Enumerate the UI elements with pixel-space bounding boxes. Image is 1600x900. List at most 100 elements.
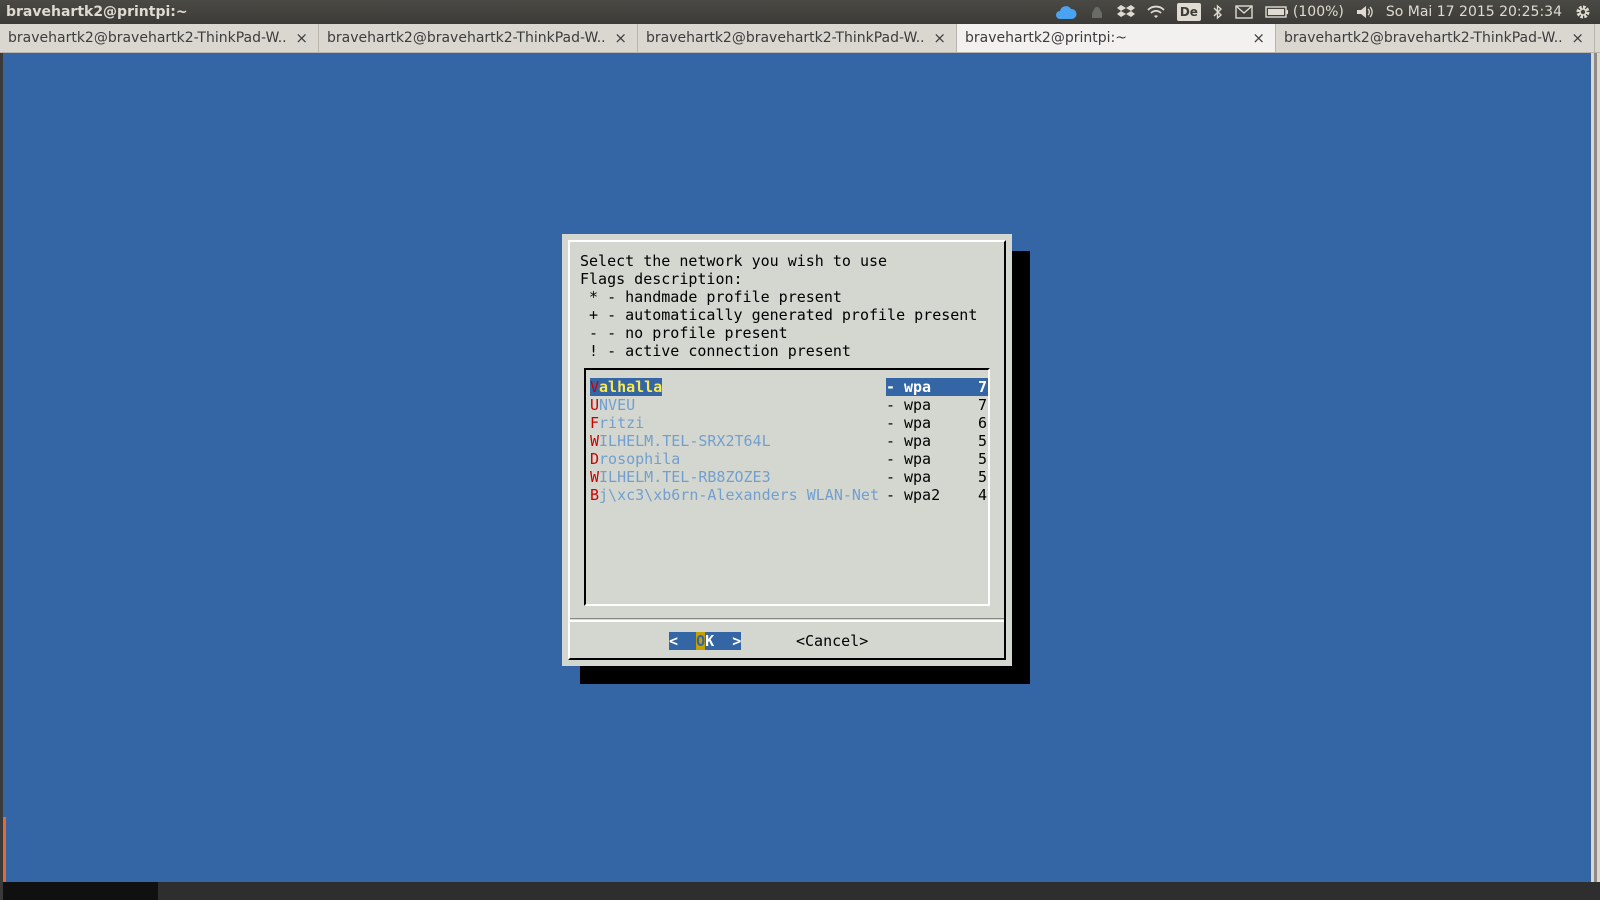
top-panel: bravehartk2@printpi:~ De (100%) So Mai 1… (0, 0, 1600, 24)
network-flag: - (886, 414, 896, 432)
close-icon[interactable]: × (1571, 29, 1584, 47)
prompt-line: * - handmade profile present (580, 288, 842, 306)
tab-1[interactable]: bravehartk2@bravehartk2-ThinkPad-W... × (0, 24, 319, 52)
network-signal: 6 (978, 414, 988, 432)
scrollbar-marker (3, 817, 6, 882)
network-signal: 5 (978, 468, 988, 486)
keyboard-layout-indicator[interactable]: De (1176, 3, 1201, 21)
network-security: wpa (904, 432, 932, 450)
network-list-item[interactable]: UNVEU - wpa 7 (590, 396, 988, 414)
tab-label: bravehartk2@bravehartk2-ThinkPad-W... (646, 30, 926, 46)
network-security: wpa (904, 468, 932, 486)
prompt-line: ! - active connection present (580, 342, 851, 360)
network-name: Fritzi (590, 414, 644, 432)
network-hotkey: W (590, 432, 600, 450)
network-select-dialog: Select the network you wish to use Flags … (562, 234, 1012, 666)
button-divider-shadow (570, 618, 1004, 619)
network-signal: 4 (978, 486, 988, 504)
prompt-line: - - no profile present (580, 324, 788, 342)
terminal-bottom-bar (158, 882, 1600, 900)
network-flag: - (886, 468, 896, 486)
terminal-tab-bar: bravehartk2@bravehartk2-ThinkPad-W... × br… (0, 24, 1600, 53)
network-name-rest: j\xc3\xb6rn-Alexanders WLAN-Net (599, 486, 879, 504)
gear-icon[interactable] (1574, 3, 1592, 21)
prompt-line: Select the network you wish to use (580, 252, 888, 270)
network-security: wpa (904, 396, 932, 414)
network-list-item[interactable]: Valhalla - wpa 7 (590, 378, 988, 396)
network-name-rest: ritzi (599, 414, 645, 432)
tab-4[interactable]: bravehartk2@printpi:~ × (957, 24, 1276, 52)
tab-label: bravehartk2@printpi:~ (965, 30, 1127, 46)
network-hotkey: F (590, 414, 600, 432)
network-list-item[interactable]: Drosophila - wpa 5 (590, 450, 988, 468)
prompt-line: Flags description: (580, 270, 743, 288)
clock[interactable]: So Mai 17 2015 20:25:34 (1386, 4, 1562, 20)
indicator-area: De (100%) So Mai 17 2015 20:25:34 (1055, 0, 1600, 24)
prompt-line: + - automatically generated profile pres… (580, 306, 978, 324)
network-list-item[interactable]: Bj\xc3\xb6rn-Alexanders WLAN-Net - wpa2 4 (590, 486, 988, 504)
cloud-icon[interactable] (1055, 4, 1077, 20)
ok-right: K > (705, 632, 742, 650)
dropbox-icon[interactable] (1116, 4, 1135, 20)
tab-label: bravehartk2@bravehartk2-ThinkPad-W... (327, 30, 607, 46)
network-list-item[interactable]: WILHELM.TEL-SRX2T64L - wpa 5 (590, 432, 988, 450)
network-hotkey: W (590, 468, 600, 486)
network-signal: 7 (978, 378, 988, 396)
ok-left: < (669, 632, 697, 650)
network-flag: - (886, 486, 896, 504)
ok-hotkey: O (696, 632, 706, 650)
close-icon[interactable]: × (295, 29, 308, 47)
network-list-item[interactable]: WILHELM.TEL-RB8ZOZE3 - wpa 5 (590, 468, 988, 486)
close-icon[interactable]: × (1252, 29, 1265, 47)
network-name-rest: rosophila (599, 450, 681, 468)
network-signal: 5 (978, 450, 988, 468)
tab-2[interactable]: bravehartk2@bravehartk2-ThinkPad-W... × (319, 24, 638, 52)
tab-label: bravehartk2@bravehartk2-ThinkPad-W... (1284, 30, 1564, 46)
network-flag: - (886, 450, 896, 468)
bluetooth-icon[interactable] (1213, 4, 1223, 20)
network-hotkey: B (590, 486, 600, 504)
battery-indicator[interactable]: (100%) (1265, 4, 1344, 20)
network-name: Bj\xc3\xb6rn-Alexanders WLAN-Net (590, 486, 879, 504)
network-name: WILHELM.TEL-SRX2T64L (590, 432, 771, 450)
network-signal: 7 (978, 396, 988, 414)
button-divider (570, 620, 1004, 622)
tab-5[interactable]: bravehartk2@bravehartk2-ThinkPad-W... × (1276, 24, 1595, 52)
network-security: wpa (904, 414, 932, 432)
tab-label: bravehartk2@bravehartk2-ThinkPad-W... (8, 30, 288, 46)
network-flag: - (886, 432, 896, 450)
ok-button[interactable]: < OK > (669, 632, 742, 650)
tab-3[interactable]: bravehartk2@bravehartk2-ThinkPad-W... × (638, 24, 957, 52)
selection-highlight (886, 378, 988, 396)
ubuntuone-icon[interactable] (1089, 4, 1105, 20)
network-name-rest: ILHELM.TEL-RB8ZOZE3 (599, 468, 771, 486)
network-name-rest: ILHELM.TEL-SRX2T64L (599, 432, 771, 450)
network-name-rest: NVEU (599, 396, 636, 414)
network-name: UNVEU (590, 396, 635, 414)
mail-icon[interactable] (1235, 5, 1253, 19)
close-icon[interactable]: × (933, 29, 946, 47)
terminal-bottom-strip (3, 882, 158, 900)
network-hotkey: V (590, 378, 600, 396)
network-hotkey: D (590, 450, 600, 468)
scrollbar-thumb[interactable] (1594, 53, 1597, 882)
close-icon[interactable]: × (614, 29, 627, 47)
network-security: wpa (904, 378, 932, 396)
battery-icon (1265, 6, 1288, 18)
network-flag: - (886, 396, 896, 414)
volume-icon[interactable] (1356, 4, 1374, 20)
network-name: WILHELM.TEL-RB8ZOZE3 (590, 468, 771, 486)
cancel-button[interactable]: <Cancel> (796, 632, 868, 650)
network-name: Valhalla (590, 378, 663, 396)
wifi-icon[interactable] (1147, 4, 1165, 20)
network-security: wpa (904, 450, 932, 468)
network-signal: 5 (978, 432, 988, 450)
network-hotkey: U (590, 396, 600, 414)
network-list[interactable]: Valhalla - wpa 7 UNVEU - wpa 7 Fritzi - wpa 6 WILHEL… (584, 368, 990, 606)
terminal-scrollbar[interactable] (1591, 53, 1600, 882)
network-list-item[interactable]: Fritzi - wpa 6 (590, 414, 988, 432)
network-flag: - (886, 378, 896, 396)
network-name-rest: alhalla (599, 378, 663, 396)
network-security: wpa2 (904, 486, 941, 504)
dialog-prompt: Select the network you wish to use Flags … (580, 252, 977, 360)
